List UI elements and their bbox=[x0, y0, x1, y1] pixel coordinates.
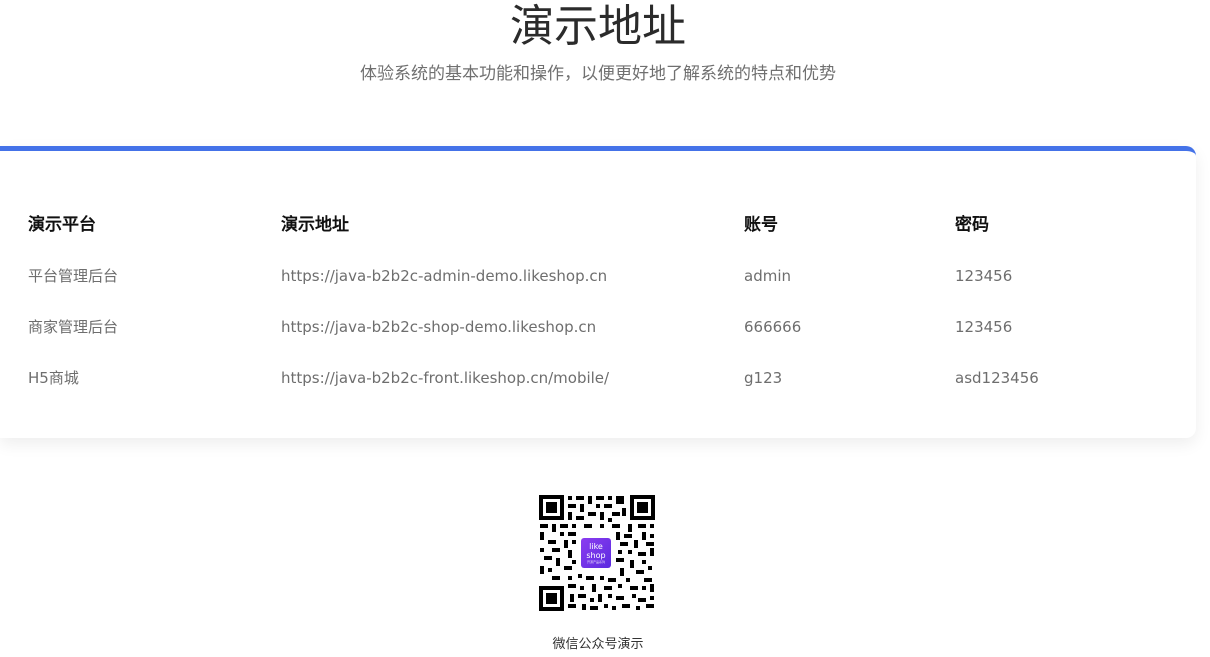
password-cell: asd123456 bbox=[955, 369, 1039, 387]
qr-code-icon: like shop 开源产品系列 bbox=[538, 494, 656, 612]
account-cell: 666666 bbox=[744, 318, 802, 336]
table-row: 商家管理后台 https://java-b2b2c-shop-demo.like… bbox=[0, 312, 1196, 342]
table-header-row: 演示平台 演示地址 账号 密码 bbox=[0, 210, 1196, 240]
platform-cell: 平台管理后台 bbox=[28, 267, 119, 285]
header-platform: 演示平台 bbox=[28, 215, 96, 235]
logo-text-shop: shop bbox=[586, 551, 606, 560]
account-cell: admin bbox=[744, 267, 791, 285]
likeshop-logo-icon: like shop 开源产品系列 bbox=[579, 536, 613, 570]
qr-caption: 微信公众号演示 bbox=[552, 637, 644, 652]
table-row: 平台管理后台 https://java-b2b2c-admin-demo.lik… bbox=[0, 261, 1196, 291]
page-title: 演示地址 bbox=[510, 1, 686, 52]
demo-table-card: 演示平台 演示地址 账号 密码 平台管理后台 https://java-b2b2… bbox=[0, 146, 1196, 438]
password-cell: 123456 bbox=[955, 318, 1013, 336]
demo-url-link[interactable]: https://java-b2b2c-admin-demo.likeshop.c… bbox=[281, 261, 607, 291]
demo-url-link[interactable]: https://java-b2b2c-shop-demo.likeshop.cn bbox=[281, 312, 596, 342]
logo-badge: like shop 开源产品系列 bbox=[581, 538, 611, 568]
header-account: 账号 bbox=[744, 215, 778, 235]
page-subtitle: 体验系统的基本功能和操作，以便更好地了解系统的特点和优势 bbox=[360, 64, 836, 84]
header-password: 密码 bbox=[955, 215, 989, 235]
table-row: H5商城 https://java-b2b2c-front.likeshop.c… bbox=[0, 363, 1196, 393]
header-address: 演示地址 bbox=[281, 215, 349, 235]
platform-cell: 商家管理后台 bbox=[28, 318, 119, 336]
logo-tagline: 开源产品系列 bbox=[586, 560, 605, 564]
password-cell: 123456 bbox=[955, 267, 1013, 285]
demo-url-link[interactable]: https://java-b2b2c-front.likeshop.cn/mob… bbox=[281, 363, 609, 393]
platform-cell: H5商城 bbox=[28, 369, 79, 387]
account-cell: g123 bbox=[744, 369, 783, 387]
logo-text-like: like bbox=[589, 542, 603, 551]
